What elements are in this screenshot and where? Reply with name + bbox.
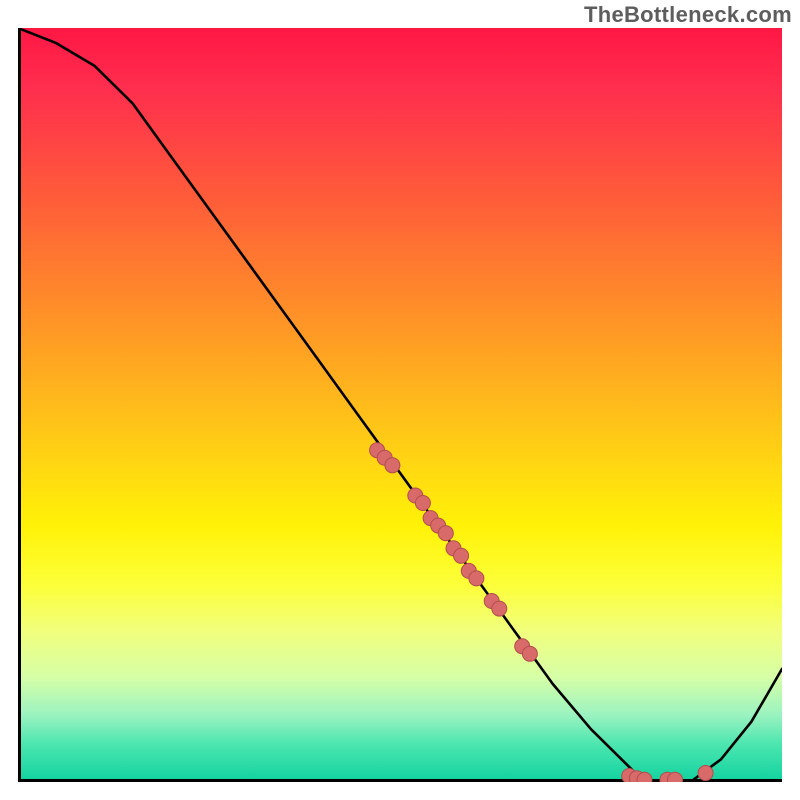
watermark-label: TheBottleneck.com bbox=[584, 2, 792, 28]
gradient-background bbox=[18, 28, 782, 782]
plot-area bbox=[18, 28, 782, 782]
